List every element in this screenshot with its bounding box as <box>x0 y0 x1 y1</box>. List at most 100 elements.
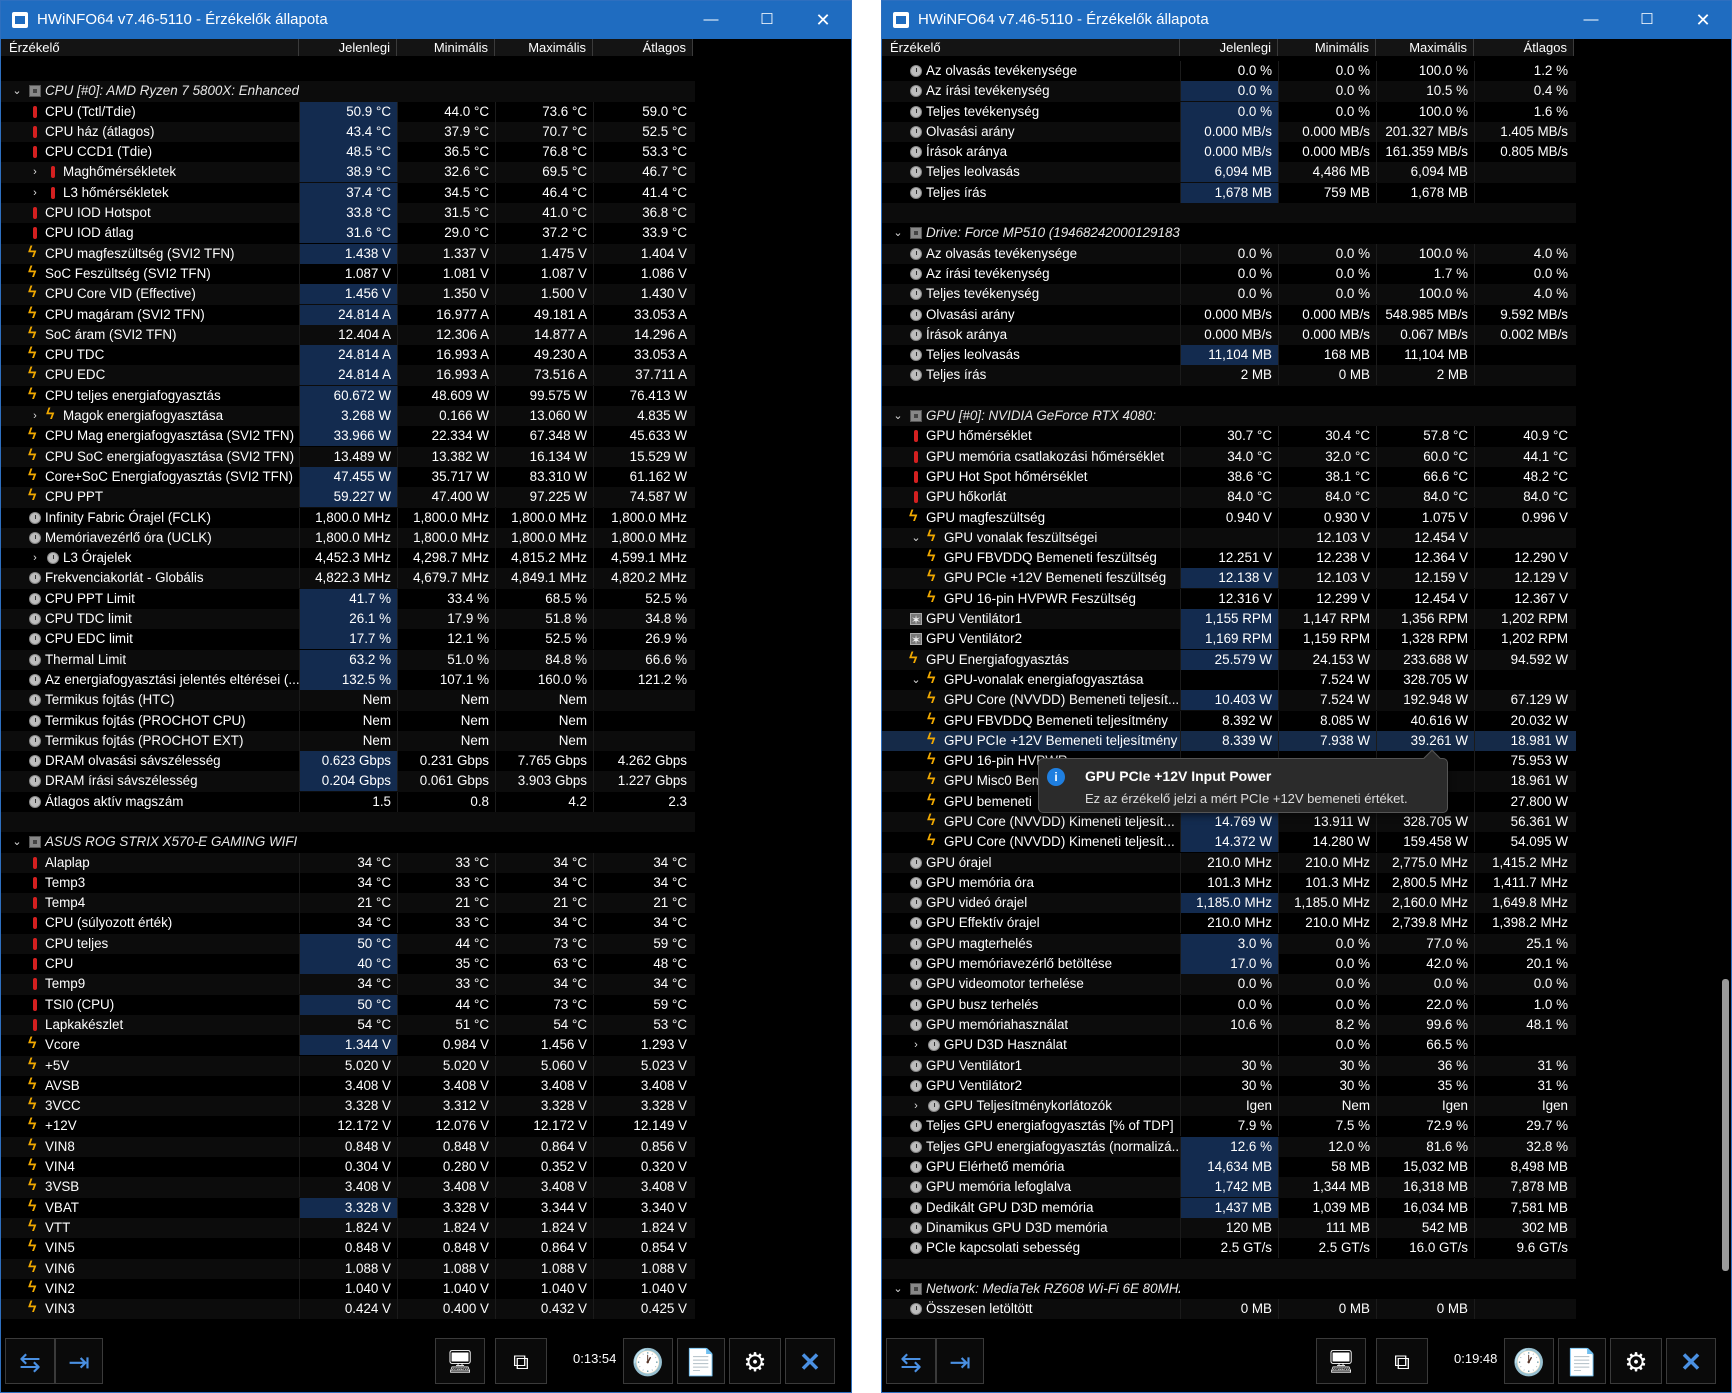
sensor-row[interactable]: GPU PCIe +12V Bemeneti feszültség 12.138 … <box>882 568 1576 589</box>
sensor-row[interactable]: GPU órajel 210.0 MHz 210.0 MHz 2,775.0 MHz 1… <box>882 852 1576 873</box>
sensor-row[interactable]: › GPU D3D Használat 0.0 % 66.5 % <box>882 1035 1576 1056</box>
sensor-row[interactable]: GPU 16-pin HVPWR Feszültség 12.316 V12.29… <box>882 588 1576 609</box>
sensor-row[interactable]: Teljes írás 2 MB 0 MB 2 MB <box>882 365 1576 386</box>
minimize-button[interactable]: — <box>683 1 739 39</box>
sensor-row[interactable]: Dedikált GPU D3D memória 1,437 MB 1,039 MB… <box>882 1197 1576 1218</box>
chevron-down-icon[interactable]: ⌄ <box>11 81 23 101</box>
sensor-row[interactable]: ⌄ GPU-vonalak energiafogyasztása 7.524 W32… <box>882 669 1576 690</box>
sensor-row[interactable]: Temp4 21 °C 21 °C 21 °C 21 °C <box>1 893 695 914</box>
sensor-row[interactable]: GPU Hot Spot hőmérséklet 38.6 °C 38.1 °C 66… <box>882 466 1576 487</box>
sensor-row[interactable]: CPU ház (átlagos) 43.4 °C 37.9 °C 70.7 °C 52… <box>1 121 695 143</box>
sensor-row[interactable]: GPU Effektív órajel 210.0 MHz 210.0 MHz 2,7… <box>882 913 1576 934</box>
sensor-row[interactable]: Teljes tevékenység 0.0 % 0.0 % 100.0 % 4.0 % <box>882 284 1576 305</box>
gear-icon[interactable]: ⚙ <box>1610 1338 1662 1384</box>
header-avg[interactable]: Átlagos <box>593 39 693 56</box>
chevron-down-icon[interactable]: ⌄ <box>892 223 904 243</box>
sensor-row[interactable]: › L3 Órajelek 4,452.3 MHz 4,298.7 MHz 4,815.… <box>1 548 695 569</box>
header-avg[interactable]: Átlagos <box>1474 39 1574 56</box>
sensor-row[interactable]: GPU magterhelés 3.0 % 0.0 % 77.0 % 25.1 % <box>882 933 1576 955</box>
sensor-row[interactable]: CPU (Tctl/Tdie) 50.9 °C 44.0 °C 73.6 °C 59.0… <box>1 101 695 122</box>
sensor-row[interactable]: GPU memória lefoglalva 1,742 MB 1,344 MB 16… <box>882 1177 1576 1198</box>
arrows-left-right-icon[interactable]: ⇆ <box>5 1338 55 1384</box>
sensor-row[interactable]: Írások aránya 0.000 MB/s 0.000 MB/s 0.067 M… <box>882 324 1576 346</box>
chevron-right-icon[interactable]: › <box>910 1035 922 1055</box>
sensor-row[interactable]: GPU PCIe +12V Bemeneti teljesítmény8.339… <box>882 730 1576 752</box>
sensor-row[interactable]: GPU FBVDDQ Bemeneti teljesítmény 8.392 W8… <box>882 710 1576 731</box>
sensor-row[interactable]: CPU EDC 24.814 A16.993 A73.516 A37.711 A <box>1 365 695 386</box>
maximize-button[interactable]: ☐ <box>739 1 795 39</box>
sensor-row[interactable]: CPU teljes 50 °C 44 °C 73 °C 59 °C <box>1 933 695 955</box>
sensor-row[interactable]: GPU Ventilátor2 30 % 30 % 35 % 31 % <box>882 1075 1576 1096</box>
sensor-row[interactable]: Termikus fojtás (PROCHOT EXT) Nem Nem Nem <box>1 730 695 752</box>
sensor-row[interactable]: VIN61.088 V1.088 V1.088 V1.088 V <box>1 1258 695 1279</box>
header-max[interactable]: Maximális <box>495 39 593 56</box>
sensor-row[interactable]: Az energiafogyasztási jelentés eltérései… <box>1 669 695 690</box>
sensor-row[interactable]: Teljes leolvasás 6,094 MB 4,486 MB 6,094 MB <box>882 162 1576 183</box>
sensor-row[interactable]: GPU busz terhelés 0.0 % 0.0 % 22.0 % 1.0 % <box>882 994 1576 1015</box>
header-min[interactable]: Minimális <box>397 39 495 56</box>
close-button[interactable]: ✕ <box>1675 1 1731 39</box>
header-current[interactable]: Jelenlegi <box>1180 39 1278 56</box>
chevron-down-icon[interactable]: ⌄ <box>892 406 904 426</box>
chevron-right-icon[interactable]: › <box>29 548 41 568</box>
sensor-row[interactable]: GPU Core (NVVDD) Bemeneti teljesít...10.… <box>882 690 1576 711</box>
header-sensor[interactable]: Érzékelő <box>882 39 1180 56</box>
report-add-icon[interactable]: 📄 <box>677 1338 725 1384</box>
clock-icon[interactable]: 🕐 <box>1504 1338 1554 1384</box>
sensor-row[interactable]: CPU CCD1 (Tdie) 48.5 °C 36.5 °C 76.8 °C 53.3… <box>1 142 695 163</box>
sensor-row[interactable]: GPU hőkorlát 84.0 °C 84.0 °C 84.0 °C 84.0 °C <box>882 487 1576 508</box>
title-bar[interactable]: HWiNFO64 v7.46-5110 - Érzékelők állapota… <box>1 1 851 39</box>
sensor-row[interactable]: Thermal Limit 63.2 % 51.0 % 84.8 % 66.6 % <box>1 649 695 670</box>
minimize-button[interactable]: — <box>1563 1 1619 39</box>
sensor-row[interactable]: DRAM írási sávszélesség 0.204 Gbps 0.061 G… <box>1 771 695 792</box>
sensor-row[interactable]: Az olvasás tevékenysége 0.0 % 0.0 % 100.0 %… <box>882 61 1576 81</box>
sensor-row[interactable]: Teljes GPU energiafogyasztás [% of TDP] 7… <box>882 1116 1576 1137</box>
sensor-row[interactable]: GPU Energiafogyasztás 25.579 W24.153 W233… <box>882 649 1576 670</box>
sensor-row[interactable]: Teljes tevékenység 0.0 % 0.0 % 100.0 % 1.6 % <box>882 101 1576 122</box>
sensor-row[interactable]: GPU memóriahasználat 10.6 % 8.2 % 99.6 % 48.… <box>882 1014 1576 1036</box>
sensor-list[interactable]: Az olvasás tevékenysége 0.0 % 0.0 % 100.0 %… <box>882 61 1576 1320</box>
sensor-row[interactable]: AVSB3.408 V3.408 V3.408 V3.408 V <box>1 1075 695 1096</box>
sensor-row[interactable]: CPU TDC 24.814 A16.993 A49.230 A33.053 A <box>1 345 695 366</box>
sensor-row[interactable]: CPU PPT Limit 41.7 % 33.4 % 68.5 % 52.5 % <box>1 588 695 609</box>
sensor-row[interactable]: Dinamikus GPU D3D memória 120 MB 111 MB 542… <box>882 1217 1576 1239</box>
sensor-row[interactable]: Átlagos aktív magszám 1.5 0.8 4.2 2.3 <box>1 791 695 812</box>
sensor-row[interactable]: Vcore 1.344 V0.984 V1.456 V1.293 V <box>1 1035 695 1056</box>
sensor-row[interactable]: 3VSB3.408 V3.408 V3.408 V3.408 V <box>1 1177 695 1198</box>
sensor-row[interactable]: Teljes leolvasás 11,104 MB 168 MB 11,104 MB <box>882 345 1576 366</box>
sensor-row[interactable]: VIN3 0.424 V0.400 V0.432 V0.425 V <box>1 1299 695 1320</box>
vertical-scrollbar[interactable] <box>1720 39 1730 1330</box>
sensor-list[interactable]: ⌄ CPU [#0]: AMD Ryzen 7 5800X: Enhanced CP… <box>1 61 695 1320</box>
sensor-row[interactable]: Temp3 34 °C 33 °C 34 °C 34 °C <box>1 872 695 893</box>
sensor-row[interactable]: VIN80.848 V0.848 V0.864 V0.856 V <box>1 1136 695 1158</box>
sensor-row[interactable]: Memóriavezérlő óra (UCLK) 1,800.0 MHz 1,80… <box>1 527 695 549</box>
sensor-row[interactable]: CPU Core VID (Effective)1.456 V1.350 V1.… <box>1 284 695 305</box>
sensor-row[interactable]: GPU Core (NVVDD) Kimeneti teljesít... 14.… <box>882 832 1576 853</box>
sensor-row[interactable]: Teljes írás 1,678 MB 759 MB 1,678 MB <box>882 182 1576 203</box>
sensor-row[interactable]: 3VCC3.328 V3.312 V3.328 V3.328 V <box>1 1096 695 1117</box>
header-sensor[interactable]: Érzékelő <box>1 39 299 56</box>
close-button[interactable]: ✕ <box>795 1 851 39</box>
chevron-right-icon[interactable]: › <box>910 1096 922 1116</box>
sensor-row[interactable]: ⌄ GPU vonalak feszültségei 12.103 V12.454 … <box>882 527 1576 549</box>
sensor-group-header[interactable]: ⌄ CPU [#0]: AMD Ryzen 7 5800X: Enhanced <box>1 81 695 102</box>
sensor-row[interactable]: VIN21.040 V1.040 V1.040 V1.040 V <box>1 1278 695 1299</box>
sensor-group-header[interactable]: ⌄ Drive: Force MP510 (19468242000129183..… <box>882 223 1576 243</box>
header-current[interactable]: Jelenlegi <box>299 39 397 56</box>
close-x-icon[interactable]: ✕ <box>1666 1338 1716 1384</box>
sensor-row[interactable]: › L3 hőmérsékletek 37.4 °C 34.5 °C 46.4 °C 41… <box>1 182 695 203</box>
sensor-row[interactable]: Olvasási arány 0.000 MB/s 0.000 MB/s 548.98… <box>882 304 1576 325</box>
sensor-row[interactable]: PCIe kapcsolati sebesség 2.5 GT/s 2.5 GT/s… <box>882 1238 1576 1259</box>
sensor-row[interactable]: CPU IOD átlag 31.6 °C 29.0 °C 37.2 °C 33.9 °… <box>1 223 695 244</box>
sensor-row[interactable]: VIN50.848 V0.848 V0.864 V0.854 V <box>1 1238 695 1259</box>
sensor-row[interactable]: Összesen letöltött 0 MB 0 MB 0 MB <box>882 1299 1576 1320</box>
sensor-row[interactable]: TSI0 (CPU) 50 °C 44 °C 73 °C 59 °C <box>1 994 695 1015</box>
maximize-button[interactable]: ☐ <box>1619 1 1675 39</box>
sensor-row[interactable]: CPU PPT 59.227 W47.400 W97.225 W74.587 W <box>1 487 695 508</box>
sensor-row[interactable]: Teljes GPU energiafogyasztás (normalizá.… <box>882 1136 1576 1158</box>
chevron-down-icon[interactable]: ⌄ <box>910 670 922 690</box>
sensor-row[interactable]: GPU Ventilátor1 1,155 RPM1,147 RPM1,356 R… <box>882 609 1576 630</box>
arrows-left-right-icon[interactable]: ⇆ <box>886 1338 936 1384</box>
close-x-icon[interactable]: ✕ <box>785 1338 835 1384</box>
arrows-collapse-icon[interactable]: ⇥ <box>55 1338 103 1384</box>
